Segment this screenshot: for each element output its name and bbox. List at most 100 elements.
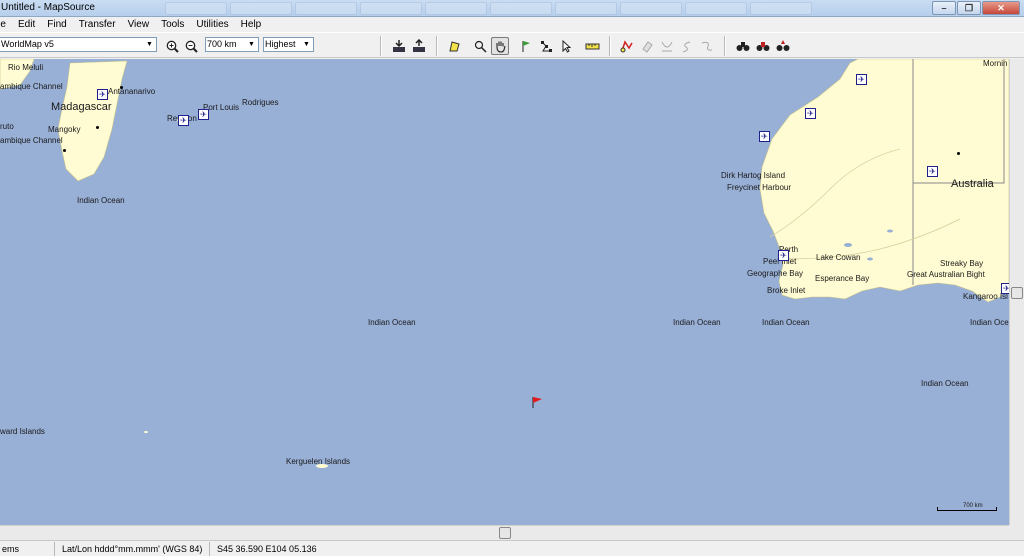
city-dot — [120, 86, 123, 89]
map-label: Dirk Hartog Island — [721, 171, 786, 180]
taskbar-tab[interactable] — [230, 2, 292, 15]
airport-icon[interactable]: ✈ — [927, 166, 938, 177]
chevron-down-icon[interactable]: ▼ — [144, 39, 155, 50]
window-controls: – ❐ ✕ — [932, 1, 1020, 15]
minimize-button[interactable]: – — [932, 1, 956, 15]
scrollbar-corner — [1009, 525, 1024, 540]
waypoint-flag-icon[interactable] — [531, 395, 545, 409]
airport-icon[interactable]: ✈ — [778, 250, 789, 261]
toolbar-separator — [724, 36, 726, 56]
menu-bar: File Edit Find Transfer View Tools Utili… — [0, 17, 1024, 32]
taskbar-tab[interactable] — [295, 2, 357, 15]
city-dot — [96, 126, 99, 129]
send-to-device-icon[interactable] — [410, 37, 428, 55]
toolbar-separator — [436, 36, 438, 56]
map-label: Madagascar — [51, 101, 112, 113]
zoom-scale-select[interactable]: 700 km ▼ — [205, 37, 259, 52]
map-label: Indian Ocean — [762, 318, 810, 327]
map-product-select[interactable]: WorldMap v5 ▼ — [0, 37, 157, 52]
find-nearest-icon[interactable] — [754, 37, 772, 55]
divide-track-icon[interactable] — [678, 37, 696, 55]
map-label: ambique Channel — [0, 136, 63, 145]
find-places-icon[interactable] — [774, 37, 792, 55]
map-label: Indian Oce — [970, 318, 1009, 327]
toolbar-separator — [609, 36, 611, 56]
map-label: Freycinet Harbour — [727, 183, 792, 192]
map-label: Rodrigues — [242, 98, 279, 107]
toolbar: WorldMap v5 ▼ 700 km ▼ Highest ▼ — [0, 32, 1024, 58]
status-position-format: Lat/Lon hddd°mm.mmm' (WGS 84) — [60, 542, 210, 556]
toolbar-separator — [380, 36, 382, 56]
scale-bar: 700 km — [937, 501, 997, 511]
menu-view[interactable]: View — [122, 17, 156, 32]
status-selection: ems Selected — [0, 542, 55, 556]
map-label: Australia — [951, 178, 994, 190]
hand-tool-icon[interactable] — [491, 37, 509, 55]
zoom-out-icon[interactable] — [182, 37, 200, 55]
map-view[interactable]: Rio Meluli ambique Channel Madagascar An… — [0, 59, 1009, 525]
taskbar-tab[interactable] — [165, 2, 227, 15]
map-label: Mangoky — [48, 125, 81, 134]
horizontal-scrollbar[interactable] — [0, 525, 1009, 540]
zoom-tool-icon[interactable] — [471, 37, 489, 55]
vertical-scrollbar[interactable] — [1009, 59, 1024, 525]
detail-level-select[interactable]: Highest ▼ — [263, 37, 314, 52]
menu-tools[interactable]: Tools — [155, 17, 190, 32]
track-tool-icon[interactable] — [618, 37, 636, 55]
airport-icon[interactable]: ✈ — [805, 108, 816, 119]
airport-icon[interactable]: ✈ — [178, 115, 189, 126]
menu-file[interactable]: File — [0, 17, 12, 32]
map-label: Indian Ocean — [368, 318, 416, 327]
detail-level-value: Highest — [265, 39, 296, 49]
vertical-scroll-thumb[interactable] — [1011, 287, 1023, 299]
map-label: Mornin — [983, 59, 1008, 68]
taskbar-tab[interactable] — [425, 2, 487, 15]
route-tool-icon[interactable] — [537, 37, 555, 55]
map-label: Indian Ocean — [921, 379, 969, 388]
taskbar-tab[interactable] — [360, 2, 422, 15]
airport-icon[interactable]: ✈ — [1001, 283, 1009, 294]
map-label: Broke Inlet — [767, 286, 806, 295]
airport-icon[interactable]: ✈ — [856, 74, 867, 85]
menu-find[interactable]: Find — [41, 17, 72, 32]
window-title: Untitled - MapSource — [1, 2, 95, 13]
airport-icon[interactable]: ✈ — [759, 131, 770, 142]
maximize-button[interactable]: ❐ — [957, 1, 981, 15]
map-label: Geographe Bay — [747, 269, 804, 278]
airport-icon[interactable]: ✈ — [97, 89, 108, 100]
city-dot — [63, 149, 66, 152]
map-label: Indian Ocean — [673, 318, 721, 327]
taskbar-tab[interactable] — [490, 2, 552, 15]
waypoint-tool-icon[interactable] — [517, 37, 535, 55]
zoom-in-icon[interactable] — [163, 37, 181, 55]
selection-tool-icon[interactable] — [557, 37, 575, 55]
chevron-down-icon[interactable]: ▼ — [301, 39, 312, 50]
map-product-value: WorldMap v5 — [1, 39, 54, 49]
map-label: ward Islands — [0, 427, 45, 436]
erase-tool-icon[interactable] — [638, 37, 656, 55]
horizontal-scroll-thumb[interactable] — [499, 527, 511, 539]
find-icon[interactable] — [734, 37, 752, 55]
menu-transfer[interactable]: Transfer — [73, 17, 122, 32]
airport-icon[interactable]: ✈ — [198, 109, 209, 120]
map-tool-icon[interactable] — [445, 37, 463, 55]
status-coordinates: S45 36.590 E104 05.136 — [217, 544, 317, 554]
chevron-down-icon[interactable]: ▼ — [246, 39, 257, 50]
track-filter-icon[interactable] — [698, 37, 716, 55]
city-dot — [957, 152, 960, 155]
map-label: Streaky Bay — [940, 259, 984, 268]
map-label: ruto — [0, 122, 14, 131]
join-tracks-icon[interactable] — [658, 37, 676, 55]
close-button[interactable]: ✕ — [982, 1, 1020, 15]
menu-edit[interactable]: Edit — [12, 17, 41, 32]
map-label: Great Australian Bight — [907, 270, 985, 279]
taskbar-tab[interactable] — [750, 2, 812, 15]
map-label: Rio Meluli — [8, 63, 44, 72]
menu-help[interactable]: Help — [235, 17, 268, 32]
menu-utilities[interactable]: Utilities — [190, 17, 234, 32]
taskbar-tab[interactable] — [685, 2, 747, 15]
receive-from-device-icon[interactable] — [390, 37, 408, 55]
distance-tool-icon[interactable] — [583, 37, 601, 55]
taskbar-tab[interactable] — [620, 2, 682, 15]
taskbar-tab[interactable] — [555, 2, 617, 15]
